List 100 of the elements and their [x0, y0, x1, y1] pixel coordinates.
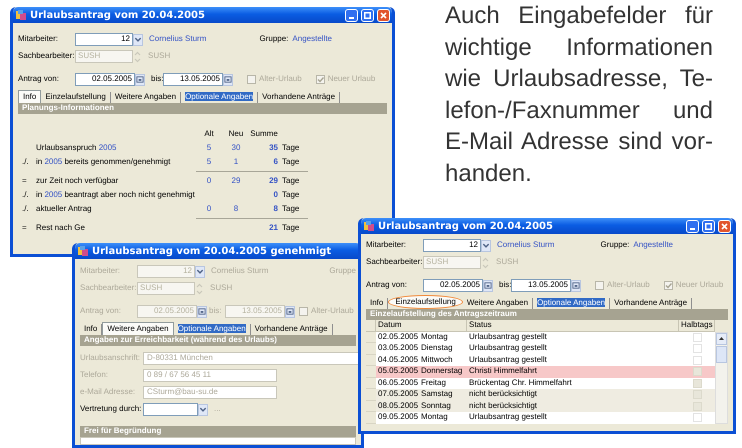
value-cell-text: 0	[206, 174, 212, 187]
maximize-button[interactable]	[361, 8, 374, 22]
section-header: Angaben zur Erreichbarkeit (während des Urlaubs)	[80, 335, 356, 346]
minimize-button[interactable]	[686, 220, 699, 232]
clerk-name: SUSH	[496, 258, 518, 267]
scrollbar-thumb[interactable]	[716, 346, 727, 362]
caption-paragraph: Auch Eingabefelder für wichtige Informationen wie Urlaubsadresse, Te- lefon-/Faxnummer und E-Mail Adresse sind vor- handen.	[445, 1, 713, 188]
date-cell: 07.05.2005	[376, 389, 419, 400]
value-cell-text: 5	[206, 142, 212, 154]
total-cell-text: 6	[272, 156, 278, 168]
date-picker-button[interactable]	[135, 74, 145, 86]
column-header: Neu	[228, 128, 244, 140]
checkbox[interactable]	[692, 390, 702, 400]
total-cell-text: 8	[272, 202, 278, 215]
checkbox-label: Neuer Urlaub	[676, 281, 724, 290]
checkbox[interactable]	[247, 75, 256, 84]
calendar-icon	[572, 281, 580, 290]
date-cell: 09.05.2005	[376, 412, 419, 424]
operator-sign: ./.	[22, 202, 30, 215]
checkbox[interactable]	[692, 367, 702, 376]
minimize-button[interactable]	[345, 8, 358, 22]
unit-label: Tage	[281, 188, 300, 201]
calendar-icon	[484, 281, 492, 290]
number-field[interactable]: 12	[75, 33, 133, 46]
date-picker-button[interactable]	[571, 280, 581, 292]
date-cell: 02.05.2005	[376, 332, 419, 343]
row-header	[366, 378, 376, 389]
field-label: Antrag von:	[366, 281, 408, 290]
maximize-button[interactable]	[702, 220, 715, 232]
group-name: Angestellte	[633, 241, 673, 250]
unit-label: Tage	[281, 142, 300, 154]
field-label: bis:	[208, 307, 222, 316]
weekday-cell: Dienstag	[419, 343, 467, 354]
row-header	[366, 400, 376, 412]
value-cell-text: 1	[232, 156, 240, 168]
number-field[interactable]: 12	[423, 239, 481, 252]
column-header: Summe	[250, 128, 278, 140]
date-cell: 08.05.2005	[376, 400, 419, 412]
caret-icon	[482, 241, 490, 250]
employee-name: Cornelius Sturm	[497, 241, 556, 250]
tab[interactable]: Einzelaufstellung	[388, 295, 463, 309]
dropdown-button[interactable]	[481, 240, 491, 252]
value-cell-text: 30	[230, 142, 242, 154]
checkbox-label: Alter-Urlaub	[607, 281, 650, 290]
close-button[interactable]	[718, 220, 731, 232]
unit-label: Tage	[281, 174, 300, 187]
field-label: bis:	[498, 281, 511, 290]
checkbox[interactable]	[316, 75, 325, 84]
weekday-cell: Mittwoch	[419, 354, 467, 366]
checkbox[interactable]	[595, 281, 604, 290]
date-field[interactable]: 02.05.2005	[75, 73, 135, 86]
clerk-name: SUSH	[148, 52, 170, 61]
checkbox[interactable]	[692, 378, 702, 388]
row-label: in 2005 bereits genommen/genehmigt	[36, 156, 172, 168]
column-header: Status	[467, 320, 679, 332]
field-label: bis:	[150, 75, 163, 84]
column-header: Alt	[203, 128, 215, 140]
scrollbar[interactable]	[715, 332, 728, 424]
status-cell: nicht berücksichtigt	[467, 400, 679, 412]
operator-sign: ./.	[22, 188, 30, 201]
date-field[interactable]: 02.05.2005	[423, 279, 483, 292]
status-cell: Christi Himmelfahrt	[467, 366, 679, 378]
row-label: Rest nach Ge	[36, 222, 86, 234]
date-picker-button[interactable]	[223, 74, 233, 86]
group-name: Angestellte	[292, 35, 332, 44]
date-field[interactable]: 13.05.2005	[511, 279, 571, 292]
date-picker-button[interactable]	[483, 280, 493, 292]
value-cell-text: 29	[230, 174, 242, 187]
total-cell-text: 35	[268, 142, 278, 154]
tab[interactable]: Info	[18, 90, 42, 103]
status-cell: Urlaubsantrag gestellt	[467, 332, 679, 343]
row-label: aktueller Antrag	[36, 203, 93, 215]
checkbox[interactable]	[664, 281, 673, 290]
operator-sign: =	[22, 174, 28, 187]
weekday-cell: Sonntag	[419, 400, 467, 412]
close-button[interactable]	[377, 8, 390, 22]
app-icon	[363, 220, 375, 232]
employee-name: Cornelius Sturm	[149, 35, 208, 44]
dropdown-button[interactable]	[133, 34, 143, 46]
spinner-icon	[133, 50, 142, 62]
status-cell: nicht berücksichtigt	[467, 389, 679, 400]
unit-label: Tage	[281, 222, 300, 234]
unit-label: Tage	[281, 156, 300, 168]
caret-icon	[196, 267, 204, 276]
calendar-icon	[198, 307, 206, 316]
caret-icon	[199, 405, 207, 414]
checkbox[interactable]	[692, 402, 702, 411]
date-field[interactable]: 13.05.2005	[163, 73, 223, 86]
operator-sign: ./.	[22, 156, 30, 168]
section-header: Planungs-Informationen	[18, 103, 387, 114]
employee-name: Cornelius Sturm	[211, 267, 270, 276]
field-label: Gruppe	[329, 267, 356, 276]
value-cell-text: 8	[232, 202, 240, 215]
calendar-icon	[224, 75, 232, 84]
status-cell: Brückentag Chr. Himmelfahrt	[467, 378, 679, 389]
field-label: Sachbearbeiter:	[18, 52, 75, 61]
scroll-up-button[interactable]	[716, 332, 727, 344]
app-icon	[77, 245, 89, 257]
row-label: in 2005 beantragt aber noch nicht genehmigt	[36, 189, 196, 201]
row-header	[366, 354, 376, 366]
